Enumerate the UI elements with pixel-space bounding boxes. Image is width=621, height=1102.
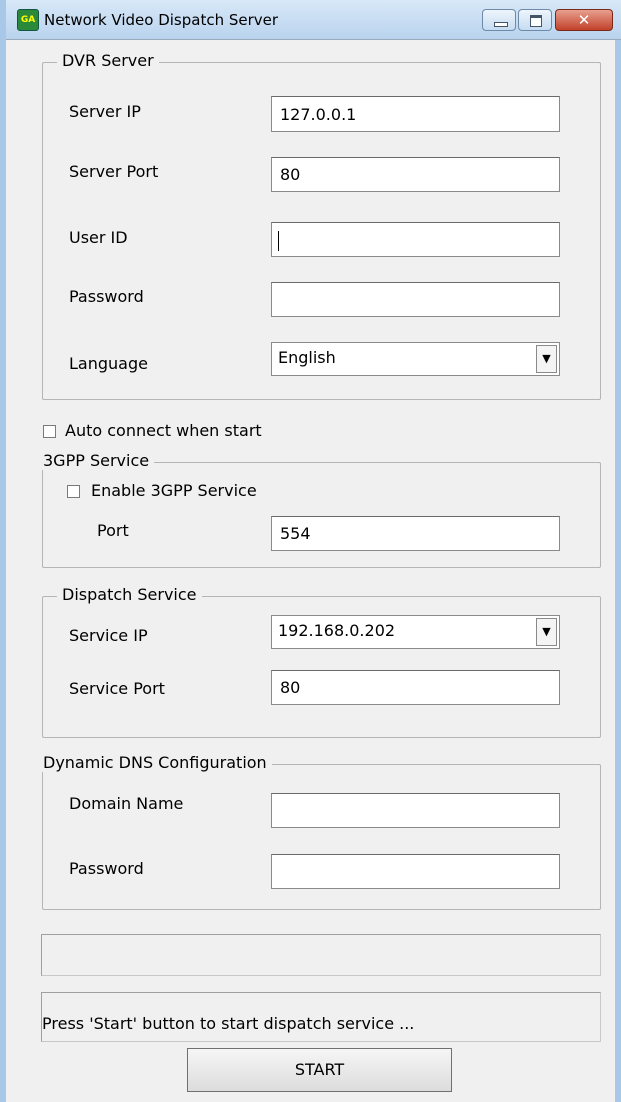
dvr-server-group: DVR Server Server IP Server Port User ID… — [42, 51, 601, 400]
enable-3gpp-checkbox[interactable] — [67, 485, 80, 498]
auto-connect-label[interactable]: Auto connect when start — [65, 421, 262, 440]
status-panel: Press 'Start' button to start dispatch s… — [41, 992, 601, 1042]
dispatch-service-legend: Dispatch Service — [57, 585, 202, 604]
enable-3gpp-label[interactable]: Enable 3GPP Service — [91, 481, 257, 500]
main-window: GA Network Video Dispatch Server ✕ DVR S… — [0, 0, 621, 1102]
user-id-label: User ID — [69, 228, 128, 247]
domain-name-label: Domain Name — [69, 794, 184, 813]
server-ip-label: Server IP — [69, 102, 141, 121]
close-button[interactable]: ✕ — [555, 9, 613, 31]
domain-name-input[interactable] — [271, 793, 560, 828]
chevron-down-icon[interactable]: ▼ — [536, 345, 557, 373]
3gpp-service-legend: 3GPP Service — [38, 451, 155, 470]
language-label: Language — [69, 354, 148, 373]
3gpp-port-input[interactable] — [271, 516, 560, 551]
progress-bar — [41, 934, 601, 976]
password-label: Password — [69, 287, 144, 306]
maximize-button[interactable] — [518, 9, 552, 31]
language-select[interactable]: English ▼ — [271, 342, 560, 376]
3gpp-service-group: 3GPP Service Enable 3GPP Service Port — [38, 451, 601, 568]
service-ip-value: 192.168.0.202 — [278, 621, 396, 640]
user-id-input[interactable] — [271, 222, 560, 257]
window-title: Network Video Dispatch Server — [44, 11, 279, 29]
ddns-password-input[interactable] — [271, 854, 560, 889]
dvr-server-legend: DVR Server — [57, 51, 159, 70]
service-port-input[interactable] — [271, 670, 560, 705]
minimize-button[interactable] — [482, 9, 516, 31]
auto-connect-checkbox[interactable] — [43, 425, 56, 438]
ddns-legend: Dynamic DNS Configuration — [38, 753, 272, 772]
server-port-input[interactable] — [271, 157, 560, 192]
dispatch-service-group: Dispatch Service Service IP 192.168.0.20… — [42, 585, 601, 738]
password-input[interactable] — [271, 282, 560, 317]
ddns-password-label: Password — [69, 859, 144, 878]
text-cursor — [278, 231, 279, 251]
status-text: Press 'Start' button to start dispatch s… — [42, 1014, 415, 1033]
service-ip-label: Service IP — [69, 626, 148, 645]
service-ip-select[interactable]: 192.168.0.202 ▼ — [271, 615, 560, 649]
chevron-down-icon[interactable]: ▼ — [536, 618, 557, 646]
title-bar[interactable]: GA Network Video Dispatch Server ✕ — [6, 0, 621, 40]
ddns-group: Dynamic DNS Configuration Domain Name Pa… — [38, 753, 601, 910]
app-icon[interactable]: GA — [17, 9, 39, 31]
start-button[interactable]: START — [187, 1048, 452, 1092]
close-icon: ✕ — [577, 11, 591, 29]
minimize-icon — [494, 22, 508, 27]
maximize-icon — [530, 15, 542, 27]
service-port-label: Service Port — [69, 679, 165, 698]
port-label: Port — [97, 521, 129, 540]
server-port-label: Server Port — [69, 162, 159, 181]
server-ip-input[interactable] — [271, 96, 560, 132]
language-value: English — [278, 348, 336, 367]
